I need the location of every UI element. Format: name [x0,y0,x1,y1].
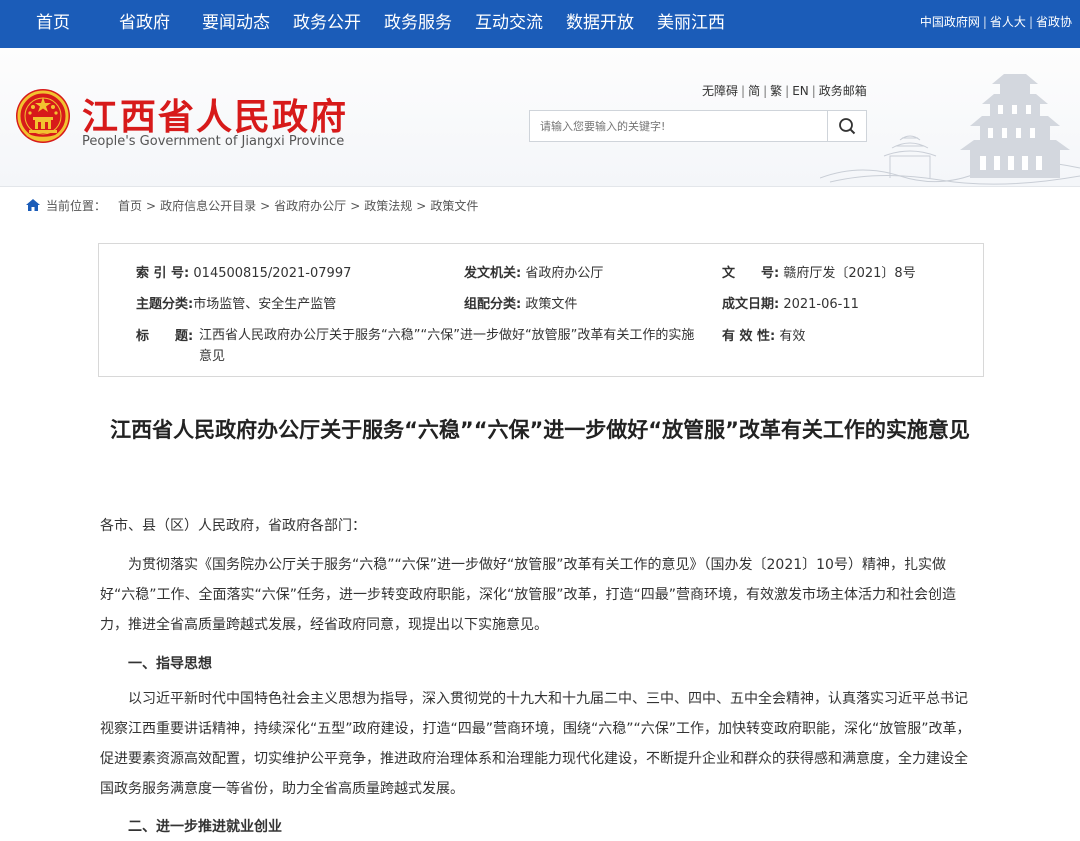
issuer-value: 省政府办公厅 [525,266,604,281]
document-number-value: 赣府厅发〔2021〕8号 [783,266,916,281]
document-metadata-box: 索 引 号: 014500815/2021-07997 发文机关: 省政府办公厅… [98,243,984,377]
national-emblem-icon [16,89,70,143]
issuer-field: 发文机关: 省政府办公厅 [464,262,603,281]
date-value: 2021-06-11 [783,297,859,312]
home-icon [26,199,40,211]
category-value: 政策文件 [525,297,578,312]
validity-field: 有 效 性: 有效 [722,325,805,344]
tengwang-pavilion-illustration [820,74,1080,185]
section-heading-employment: 二、进一步推进就业创业 [128,819,282,835]
breadcrumb-label: 当前位置： [46,199,107,213]
breadcrumb-separator: > [416,199,427,213]
date-field: 成文日期: 2021-06-11 [722,293,859,312]
index-number-label: 索 引 号: [136,266,190,281]
site-name[interactable]: 江西省人民政府 [82,88,348,140]
link-provincial-congress[interactable]: 省人大 [990,15,1026,29]
traditional-link[interactable]: 繁 [770,84,782,98]
link-provincial-cppcc[interactable]: 省政协 [1036,15,1072,29]
breadcrumb-separator: > [146,199,157,213]
divider: | [811,84,816,98]
divider: | [741,84,746,98]
section-heading-guiding-ideology: 一、指导思想 [128,656,212,672]
index-number-field: 索 引 号: 014500815/2021-07997 [136,262,351,281]
issuer-label: 发文机关: [464,266,522,281]
breadcrumb-item-policy[interactable]: 政策法规 [364,199,412,213]
document-number-label: 文 号: [722,266,780,281]
topic-value: 市场监管、安全生产监管 [193,297,337,312]
breadcrumb-item-policy-docs[interactable]: 政策文件 [430,199,478,213]
search-input[interactable] [530,111,840,141]
breadcrumb-separator: > [350,199,361,213]
nav-item-home[interactable]: 首页 [36,0,70,48]
accessibility-link[interactable]: 无障碍 [702,84,738,98]
category-label: 组配分类: [464,297,522,312]
site-name-english: People's Government of Jiangxi Province [82,134,345,149]
nav-item-interaction[interactable]: 互动交流 [475,0,543,48]
divider: | [1028,15,1033,29]
divider: | [982,15,987,29]
topic-label: 主题分类: [136,297,194,312]
divider: | [785,84,790,98]
breadcrumb-item-office[interactable]: 省政府办公厅 [274,199,346,213]
nav-item-news[interactable]: 要闻动态 [202,0,270,48]
breadcrumb: 当前位置： 首页 > 政府信息公开目录 > 省政府办公厅 > 政策法规 > 政策文件 [26,197,478,214]
date-label: 成文日期: [722,297,780,312]
top-nav: 首页 省政府 要闻动态 政务公开 政务服务 互动交流 数据开放 美丽江西 中国政… [0,0,1080,48]
index-number-value: 014500815/2021-07997 [193,266,352,281]
title-field: 标 题: [136,325,193,344]
title-value: 江西省人民政府办公厅关于服务“六稳”“六保”进一步做好“放管服”改革有关工作的实… [199,328,695,364]
breadcrumb-item-catalog[interactable]: 政府信息公开目录 [160,199,256,213]
article-title: 江西省人民政府办公厅关于服务“六稳”“六保”进一步做好“放管服”改革有关工作的实… [110,418,970,442]
search-box [529,110,867,142]
topic-field: 主题分类:市场监管、安全生产监管 [136,293,336,312]
validity-label: 有 效 性: [722,329,776,344]
article-paragraph-guiding-ideology: 以习近平新时代中国特色社会主义思想为指导，深入贯彻党的十九大和十九届二中、三中、… [100,691,971,797]
article-paragraph-intro: 为贯彻落实《国务院办公厅关于服务“六稳”“六保”进一步做好“放管服”改革有关工作… [100,557,957,633]
title-label: 标 题: [136,329,194,344]
site-header: 江西省人民政府 People's Government of Jiangxi P… [0,48,1080,187]
nav-item-disclosure[interactable]: 政务公开 [293,0,361,48]
nav-item-beautiful-jiangxi[interactable]: 美丽江西 [657,0,725,48]
breadcrumb-item-home[interactable]: 首页 [118,199,142,213]
divider: | [763,84,768,98]
article-salutation: 各市、县（区）人民政府，省政府各部门： [100,518,366,534]
external-links: 中国政府网 | 省人大 | 省政协 [920,0,1072,44]
nav-item-province[interactable]: 省政府 [119,0,170,48]
document-number-field: 文 号: 赣府厅发〔2021〕8号 [722,262,916,281]
link-gov-cn[interactable]: 中国政府网 [920,15,980,29]
nav-item-open-data[interactable]: 数据开放 [566,0,634,48]
breadcrumb-separator: > [260,199,271,213]
nav-item-service[interactable]: 政务服务 [384,0,452,48]
english-link[interactable]: EN [792,84,809,98]
validity-value: 有效 [779,329,806,344]
simplified-link[interactable]: 简 [748,84,760,98]
category-field: 组配分类: 政策文件 [464,293,577,312]
